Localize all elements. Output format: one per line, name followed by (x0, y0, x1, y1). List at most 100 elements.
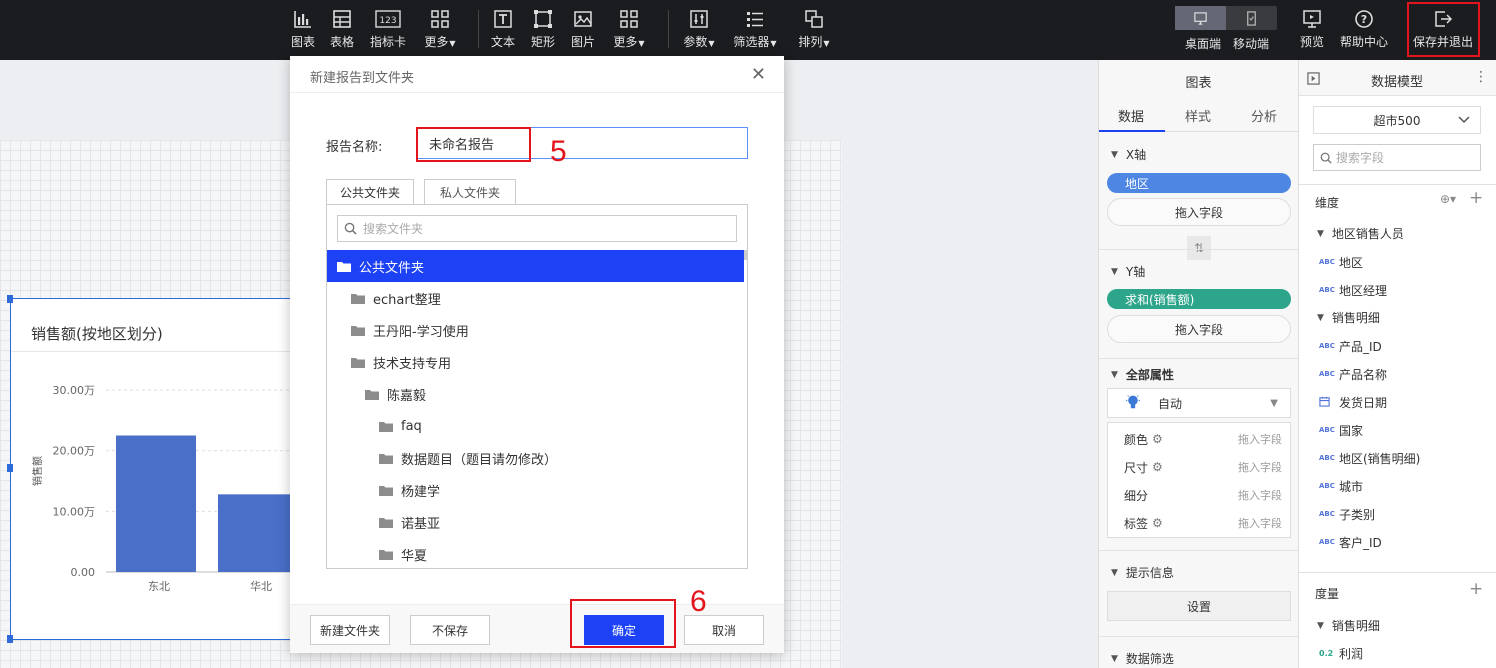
folder-tree-item[interactable]: faq (327, 410, 744, 442)
field-row[interactable]: ABC 地区 (1299, 248, 1496, 276)
mark-attribute-row[interactable]: 标签 ⚙ 拖入字段 (1108, 509, 1290, 537)
arrange-tool-button[interactable]: 排列▼ (794, 8, 834, 52)
mark-attribute-drop-zone[interactable]: 拖入字段 (1238, 431, 1282, 447)
measure-field-row[interactable]: 0.2 利润 (1299, 639, 1496, 667)
tab-public-folder[interactable]: 公共文件夹 (326, 179, 414, 205)
mobile-label[interactable]: 移动端 (1233, 35, 1269, 52)
field-folder[interactable]: ▼ 销售明细 (1317, 309, 1380, 326)
mobile-icon (1247, 10, 1256, 26)
x-axis-field-pill[interactable]: 地区 (1107, 173, 1291, 193)
swap-axes-icon[interactable]: ⇅ (1187, 236, 1211, 260)
mark-attribute-label: 细分 (1124, 488, 1149, 503)
chart-bar[interactable] (116, 435, 196, 573)
field-row[interactable]: ABC 地区(销售明细) (1299, 444, 1496, 472)
tooltip-settings-button[interactable]: 设置 (1107, 591, 1291, 621)
text-tool-button[interactable]: 文本 (489, 8, 517, 52)
folder-icon (351, 357, 365, 368)
folder-search[interactable] (337, 215, 737, 242)
highlight-confirm (570, 599, 676, 648)
section-divider (1099, 636, 1298, 637)
field-search[interactable] (1313, 144, 1481, 171)
desktop-label[interactable]: 桌面端 (1185, 35, 1221, 52)
y-axis-header[interactable]: ▼ Y轴 (1111, 263, 1145, 280)
close-icon[interactable]: ✕ (751, 64, 766, 85)
chevron-down-icon: ▼ (1111, 653, 1118, 664)
table-tool-button[interactable]: 表格 (328, 8, 356, 52)
mark-attribute-row[interactable]: 尺寸 ⚙ 拖入字段 (1108, 453, 1290, 481)
image-tool-button[interactable]: 图片 (569, 8, 597, 52)
measure-folder[interactable]: ▼ 销售明细 (1317, 617, 1380, 634)
preview-button[interactable]: 预览 (1298, 8, 1326, 52)
rect-tool-button[interactable]: 矩形 (529, 8, 557, 52)
field-row[interactable]: ABC 客户_ID (1299, 528, 1496, 556)
y-tick-label: 30.00万 (53, 384, 96, 397)
folder-tree-item[interactable]: 陈嘉毅 (327, 378, 744, 410)
tab-style[interactable]: 样式 (1185, 106, 1211, 125)
field-row[interactable]: ABC 地区经理 (1299, 276, 1496, 304)
more-options-icon[interactable]: ⋮ (1474, 69, 1488, 85)
chart-bar[interactable] (218, 494, 298, 572)
folder-tree-item[interactable]: 公共文件夹 (327, 250, 744, 282)
mark-attribute-drop-zone[interactable]: 拖入字段 (1238, 487, 1282, 503)
desktop-toggle[interactable] (1175, 6, 1226, 30)
field-row[interactable]: ABC 城市 (1299, 472, 1496, 500)
kpi-card-tool-button[interactable]: 123 指标卡 (368, 8, 408, 52)
gear-icon[interactable]: ⚙ (1152, 432, 1163, 446)
x-axis-drop-zone[interactable]: 拖入字段 (1107, 198, 1291, 226)
globe-icon[interactable]: ⊕▾ (1440, 192, 1456, 206)
new-folder-button[interactable]: 新建文件夹 (310, 615, 390, 645)
gear-icon[interactable]: ⚙ (1152, 460, 1163, 474)
tooltip-header[interactable]: ▼ 提示信息 (1111, 564, 1174, 581)
tab-analysis[interactable]: 分析 (1251, 106, 1277, 125)
field-row[interactable]: 发货日期 (1299, 388, 1496, 416)
filter-tool-button[interactable]: 筛选器▼ (730, 8, 780, 52)
field-row[interactable]: ABC 国家 (1299, 416, 1496, 444)
field-row[interactable]: ABC 产品名称 (1299, 360, 1496, 388)
folder-tree-item[interactable]: 数据题目（题目请勿修改） (327, 442, 744, 474)
add-measure-icon[interactable]: + (1469, 579, 1483, 599)
chart-tool-button[interactable]: 图表 (289, 8, 317, 52)
more-element-tools-button[interactable]: 更多▼ (609, 8, 649, 52)
collapse-panel-icon[interactable] (1307, 72, 1320, 85)
cancel-button[interactable]: 取消 (684, 615, 764, 645)
y-axis-drop-zone[interactable]: 拖入字段 (1107, 315, 1291, 343)
all-props-header[interactable]: ▼ 全部属性 (1111, 366, 1174, 383)
x-axis-header[interactable]: ▼ X轴 (1111, 146, 1146, 163)
gear-icon[interactable]: ⚙ (1152, 516, 1163, 530)
help-center-button[interactable]: ? 帮助中心 (1338, 8, 1390, 52)
dataset-select[interactable]: 超市500 (1313, 106, 1481, 134)
no-save-button[interactable]: 不保存 (410, 615, 490, 645)
mark-attribute-row[interactable]: 细分 拖入字段 (1108, 481, 1290, 509)
y-axis-field-pill[interactable]: 求和(销售额) (1107, 289, 1291, 309)
chevron-down-icon: ▼ (1111, 567, 1118, 578)
folder-tree-item[interactable]: 王丹阳-学习使用 (327, 314, 744, 346)
data-filter-header[interactable]: ▼ 数据筛选 (1111, 650, 1174, 667)
mark-attribute-drop-zone[interactable]: 拖入字段 (1238, 459, 1282, 475)
text-icon (492, 8, 514, 30)
folder-tree-item[interactable]: echart整理 (327, 282, 744, 314)
resize-handle[interactable] (7, 295, 13, 303)
mobile-toggle[interactable] (1226, 6, 1277, 30)
arrange-icon (803, 8, 825, 30)
more-chart-tools-button[interactable]: 更多▼ (420, 8, 460, 52)
folder-search-input[interactable] (363, 221, 723, 236)
grid-icon (618, 8, 640, 30)
mark-attribute-drop-zone[interactable]: 拖入字段 (1238, 515, 1282, 531)
field-search-input[interactable] (1336, 150, 1476, 165)
folder-tree-item[interactable]: 诺基亚 (327, 506, 744, 538)
search-icon (344, 222, 357, 235)
chart-widget[interactable]: 销售额(按地区划分) 0.00 10.00万 20.00万 30.00万 销售额 东北 华北 (7, 295, 310, 643)
folder-tree-item[interactable]: 技术支持专用 (327, 346, 744, 378)
add-dimension-icon[interactable]: + (1469, 188, 1483, 208)
tab-data[interactable]: 数据 (1118, 106, 1144, 125)
param-tool-label: 参数▼ (683, 35, 715, 49)
field-row[interactable]: ABC 产品_ID (1299, 332, 1496, 360)
mark-attribute-row[interactable]: 颜色 ⚙ 拖入字段 (1108, 425, 1290, 453)
chart-type-select[interactable]: 自动 ▼ (1107, 388, 1291, 418)
folder-tree-item[interactable]: 杨建学 (327, 474, 744, 506)
field-row[interactable]: ABC 子类别 (1299, 500, 1496, 528)
tab-private-folder[interactable]: 私人文件夹 (424, 179, 516, 205)
field-folder[interactable]: ▼ 地区销售人员 (1317, 225, 1404, 242)
param-tool-button[interactable]: 参数▼ (679, 8, 719, 52)
folder-tree-item[interactable]: 华夏 (327, 538, 744, 568)
